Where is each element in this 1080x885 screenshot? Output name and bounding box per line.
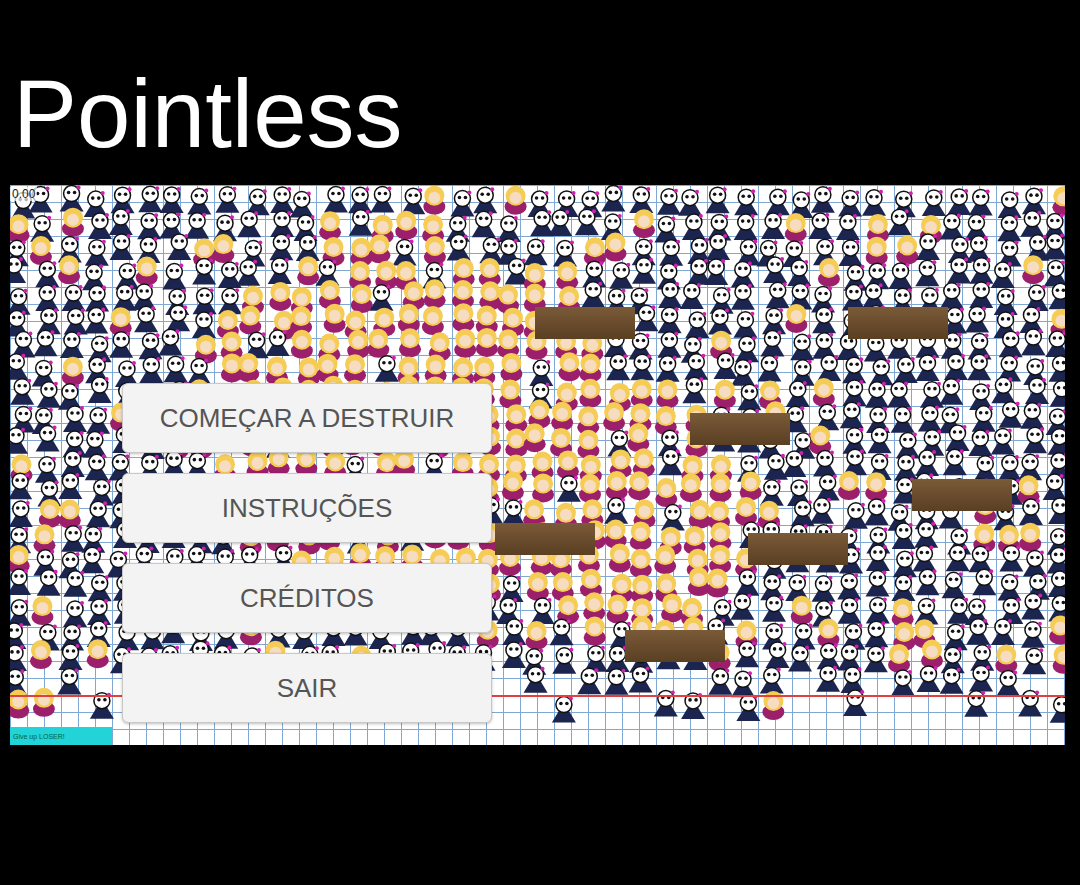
- platform: [690, 413, 790, 445]
- platform: [748, 533, 848, 565]
- platform: [495, 523, 595, 555]
- give-up-button[interactable]: Give up LOSER!: [10, 727, 112, 745]
- game-title: Pointless: [13, 66, 1080, 162]
- platform: [625, 630, 725, 662]
- platform: [535, 307, 635, 339]
- game-screen: Pointless 0.00 COMEÇAR A DESTRUIR INSTRUÇÕE…: [0, 0, 1080, 885]
- menu-button[interactable]: CRÉDITOS: [122, 563, 492, 633]
- main-menu: COMEÇAR A DESTRUIR INSTRUÇÕES CRÉDITOS SAIR: [10, 185, 1065, 723]
- menu-button[interactable]: INSTRUÇÕES: [122, 473, 492, 543]
- platform: [912, 479, 1012, 511]
- menu-button[interactable]: SAIR: [122, 653, 492, 723]
- game-area: 0.00 COMEÇAR A DESTRUIR INSTRUÇÕES CRÉDITOS…: [10, 185, 1065, 745]
- timer: 0.00: [10, 187, 37, 201]
- platform: [848, 307, 948, 339]
- menu-button[interactable]: COMEÇAR A DESTRUIR: [122, 383, 492, 453]
